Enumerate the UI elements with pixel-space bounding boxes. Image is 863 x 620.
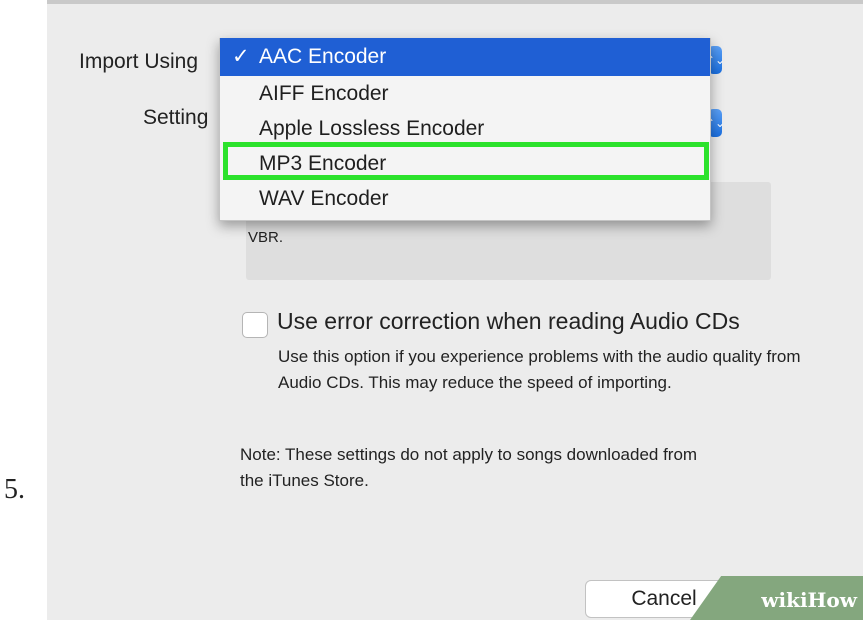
error-correction-checkbox[interactable] xyxy=(242,312,268,338)
menu-item-aiff-encoder[interactable]: AIFF Encoder xyxy=(220,76,710,111)
menu-item-apple-lossless-encoder[interactable]: Apple Lossless Encoder xyxy=(220,111,710,146)
error-correction-help-text: Use this option if you experience proble… xyxy=(278,347,801,392)
itunes-store-note: Note: These settings do not apply to son… xyxy=(240,445,698,490)
menu-item-label: AAC Encoder xyxy=(259,45,387,68)
menu-item-aac-encoder[interactable]: ✓ AAC Encoder xyxy=(220,38,710,76)
encoder-description-text: VBR. xyxy=(248,229,284,246)
import-settings-dialog: Import Using Setting ⌃⌄ ⌃⌄ VBR. ✓ AAC En… xyxy=(47,0,863,620)
menu-item-label: Apple Lossless Encoder xyxy=(259,117,485,140)
encoder-dropdown-menu: ✓ AAC Encoder AIFF Encoder Apple Lossles… xyxy=(219,38,711,221)
dialog-top-border xyxy=(47,0,863,4)
setting-label: Setting xyxy=(143,106,209,129)
menu-item-label: WAV Encoder xyxy=(259,187,389,210)
watermark-text: wikiHow xyxy=(761,588,857,612)
step-number: 5. xyxy=(4,474,25,505)
menu-item-label: AIFF Encoder xyxy=(259,82,389,105)
import-using-label: Import Using xyxy=(79,50,199,73)
checkmark-icon: ✓ xyxy=(232,45,250,68)
error-correction-label[interactable]: Use error correction when reading Audio … xyxy=(277,308,740,335)
menu-item-wav-encoder[interactable]: WAV Encoder xyxy=(220,181,710,216)
mp3-highlight-box xyxy=(223,142,709,180)
